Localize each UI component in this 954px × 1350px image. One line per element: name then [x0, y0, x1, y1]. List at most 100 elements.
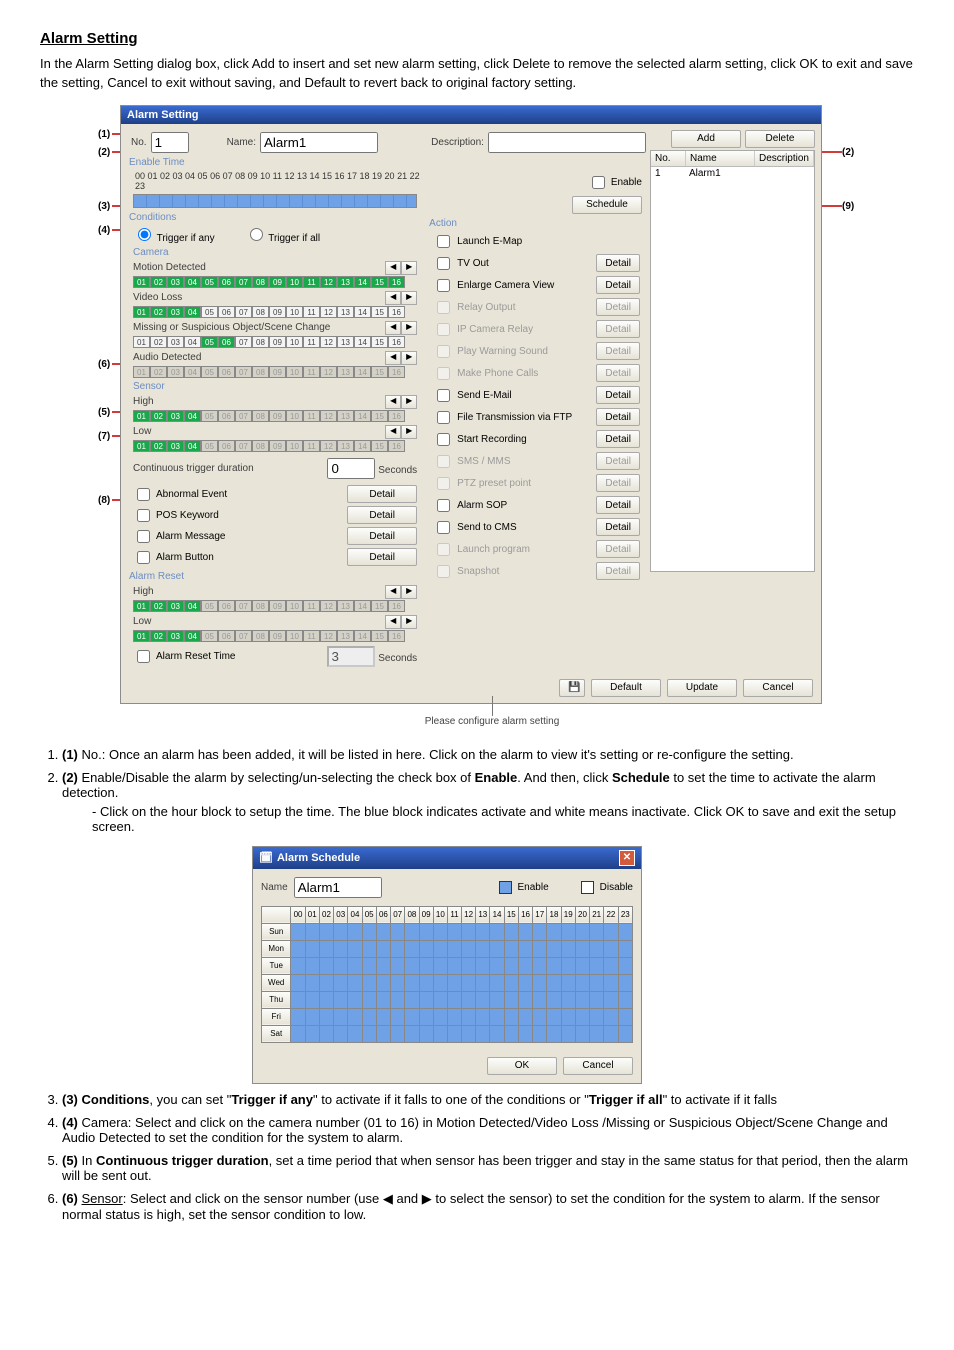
action-sms-detail: Detail — [596, 452, 640, 470]
alarm-reset-time-field — [327, 646, 375, 667]
sensor-low-cells[interactable]: 01020304050607080910111213141516 — [133, 440, 417, 452]
action-snap-detail: Detail — [596, 562, 640, 580]
item-5: (5) In Continuous trigger duration, set … — [62, 1153, 914, 1183]
sensor-high-cells[interactable]: 01020304050607080910111213141516 — [133, 410, 417, 422]
enable-checkbox-label: Enable — [611, 177, 642, 188]
update-button[interactable]: Update — [667, 679, 737, 697]
legend-enable: Enable — [518, 882, 549, 893]
reset-high-prev-button[interactable]: ◀ — [385, 585, 401, 599]
motion-prev-button[interactable]: ◀ — [385, 261, 401, 275]
default-button[interactable]: Default — [591, 679, 661, 697]
sched-title: Alarm Schedule — [277, 852, 360, 864]
action-cms-detail[interactable]: Detail — [596, 518, 640, 536]
alarm-reset-seconds: Seconds — [378, 653, 417, 664]
motion-cells[interactable]: 01020304050607080910111213141516 — [133, 276, 417, 288]
alarmmsg-checkbox[interactable]: Alarm Message — [133, 527, 225, 546]
ctd-seconds: Seconds — [378, 465, 417, 476]
cancel-button[interactable]: Cancel — [743, 679, 813, 697]
sched-ok-button[interactable]: OK — [487, 1057, 557, 1075]
enable-time-hours: 00 01 02 03 04 05 06 07 08 09 10 11 12 1… — [133, 170, 423, 192]
item-1: (1) No.: Once an alarm has been added, i… — [62, 747, 914, 762]
reset-low-next-button[interactable]: ▶ — [401, 615, 417, 629]
desc-field[interactable] — [488, 132, 646, 153]
action-tvout-detail[interactable]: Detail — [596, 254, 640, 272]
action-rec-detail[interactable]: Detail — [596, 430, 640, 448]
action-ftp[interactable]: File Transmission via FTP — [433, 408, 572, 427]
reset-low-cells[interactable]: 01020304050607080910111213141516 — [133, 630, 417, 642]
sched-name-field[interactable] — [294, 877, 382, 898]
delete-button[interactable]: Delete — [745, 130, 815, 148]
action-tvout[interactable]: TV Out — [433, 254, 489, 273]
action-enlarge[interactable]: Enlarge Camera View — [433, 276, 554, 295]
abnormal-label: Abnormal Event — [156, 489, 227, 500]
sched-cancel-button[interactable]: Cancel — [563, 1057, 633, 1075]
alarmbtn-checkbox[interactable]: Alarm Button — [133, 548, 214, 567]
sensor-high-prev-button[interactable]: ◀ — [385, 395, 401, 409]
action-sop-detail[interactable]: Detail — [596, 496, 640, 514]
add-button[interactable]: Add — [671, 130, 741, 148]
conditions-label: Conditions — [129, 212, 423, 223]
action-email[interactable]: Send E-Mail — [433, 386, 511, 405]
missing-next-button[interactable]: ▶ — [401, 321, 417, 335]
action-ftp-detail[interactable]: Detail — [596, 408, 640, 426]
reset-low-prev-button[interactable]: ◀ — [385, 615, 401, 629]
alarmbtn-detail-button[interactable]: Detail — [347, 548, 417, 566]
action-sop[interactable]: Alarm SOP — [433, 496, 507, 515]
dialog-title: Alarm Setting — [127, 109, 199, 121]
videoloss-next-button[interactable]: ▶ — [401, 291, 417, 305]
legend-disable-icon — [581, 881, 594, 894]
schedule-button[interactable]: Schedule — [572, 196, 642, 214]
alarmmsg-detail-button[interactable]: Detail — [347, 527, 417, 545]
videoloss-cells[interactable]: 01020304050607080910111213141516 — [133, 306, 417, 318]
ctd-field[interactable] — [327, 458, 375, 479]
reset-high-next-button[interactable]: ▶ — [401, 585, 417, 599]
action-cms[interactable]: Send to CMS — [433, 518, 516, 537]
pos-checkbox[interactable]: POS Keyword — [133, 506, 219, 525]
video-loss-label: Video Loss — [133, 292, 182, 303]
sensor-high-next-button[interactable]: ▶ — [401, 395, 417, 409]
abnormal-detail-button[interactable]: Detail — [347, 485, 417, 503]
no-label: No. — [131, 137, 147, 148]
action-email-detail[interactable]: Detail — [596, 386, 640, 404]
enable-time-bar[interactable] — [133, 194, 417, 208]
alarm-reset-time-checkbox[interactable]: Alarm Reset Time — [133, 647, 235, 666]
sensor-low-prev-button[interactable]: ◀ — [385, 425, 401, 439]
item-6: (6) Sensor: Select and click on the sens… — [62, 1191, 914, 1222]
abnormal-checkbox[interactable]: Abnormal Event — [133, 485, 227, 504]
audio-prev-button[interactable]: ◀ — [385, 351, 401, 365]
enable-checkbox[interactable]: Enable — [588, 173, 642, 192]
close-icon[interactable]: ✕ — [619, 850, 635, 866]
audio-detected-label: Audio Detected — [133, 352, 201, 363]
action-emap[interactable]: Launch E-Map — [433, 232, 522, 251]
explanation-list: (1) No.: Once an alarm has been added, i… — [62, 747, 914, 1222]
sched-name-label: Name — [261, 882, 288, 893]
enable-time-label: Enable Time — [129, 157, 423, 168]
missing-prev-button[interactable]: ◀ — [385, 321, 401, 335]
action-rec[interactable]: Start Recording — [433, 430, 526, 449]
save-icon-button[interactable]: 💾 — [559, 679, 585, 697]
audio-next-button[interactable]: ▶ — [401, 351, 417, 365]
alarmbtn-label: Alarm Button — [156, 552, 214, 563]
reset-high-cells[interactable]: 01020304050607080910111213141516 — [133, 600, 417, 612]
trigger-all-radio[interactable]: Trigger if all — [245, 225, 320, 244]
desc-label: Description: — [431, 137, 484, 148]
item-2: (2) Enable/Disable the alarm by selectin… — [62, 770, 914, 1084]
schedule-grid[interactable]: 0001020304050607080910111213141516171819… — [261, 906, 633, 1043]
audio-cells[interactable]: 01020304050607080910111213141516 — [133, 366, 417, 378]
action-enlarge-detail[interactable]: Detail — [596, 276, 640, 294]
item-4: (4) Camera: Select and click on the came… — [62, 1115, 914, 1145]
action-relay-detail: Detail — [596, 298, 640, 316]
no-field[interactable] — [151, 132, 189, 153]
trigger-any-radio[interactable]: Trigger if any — [133, 225, 215, 244]
item-3: (3) Conditions, you can set "Trigger if … — [62, 1092, 914, 1107]
pos-detail-button[interactable]: Detail — [347, 506, 417, 524]
table-row[interactable]: 1 Alarm1 — [651, 167, 814, 180]
motion-next-button[interactable]: ▶ — [401, 261, 417, 275]
videoloss-prev-button[interactable]: ◀ — [385, 291, 401, 305]
missing-cells[interactable]: 01020304050607080910111213141516 — [133, 336, 417, 348]
legend-disable: Disable — [600, 882, 633, 893]
sensor-low-next-button[interactable]: ▶ — [401, 425, 417, 439]
action-ptz-detail: Detail — [596, 474, 640, 492]
name-field[interactable] — [260, 132, 378, 153]
alarm-list-table[interactable]: No. Name Description 1 Alarm1 — [650, 150, 815, 572]
